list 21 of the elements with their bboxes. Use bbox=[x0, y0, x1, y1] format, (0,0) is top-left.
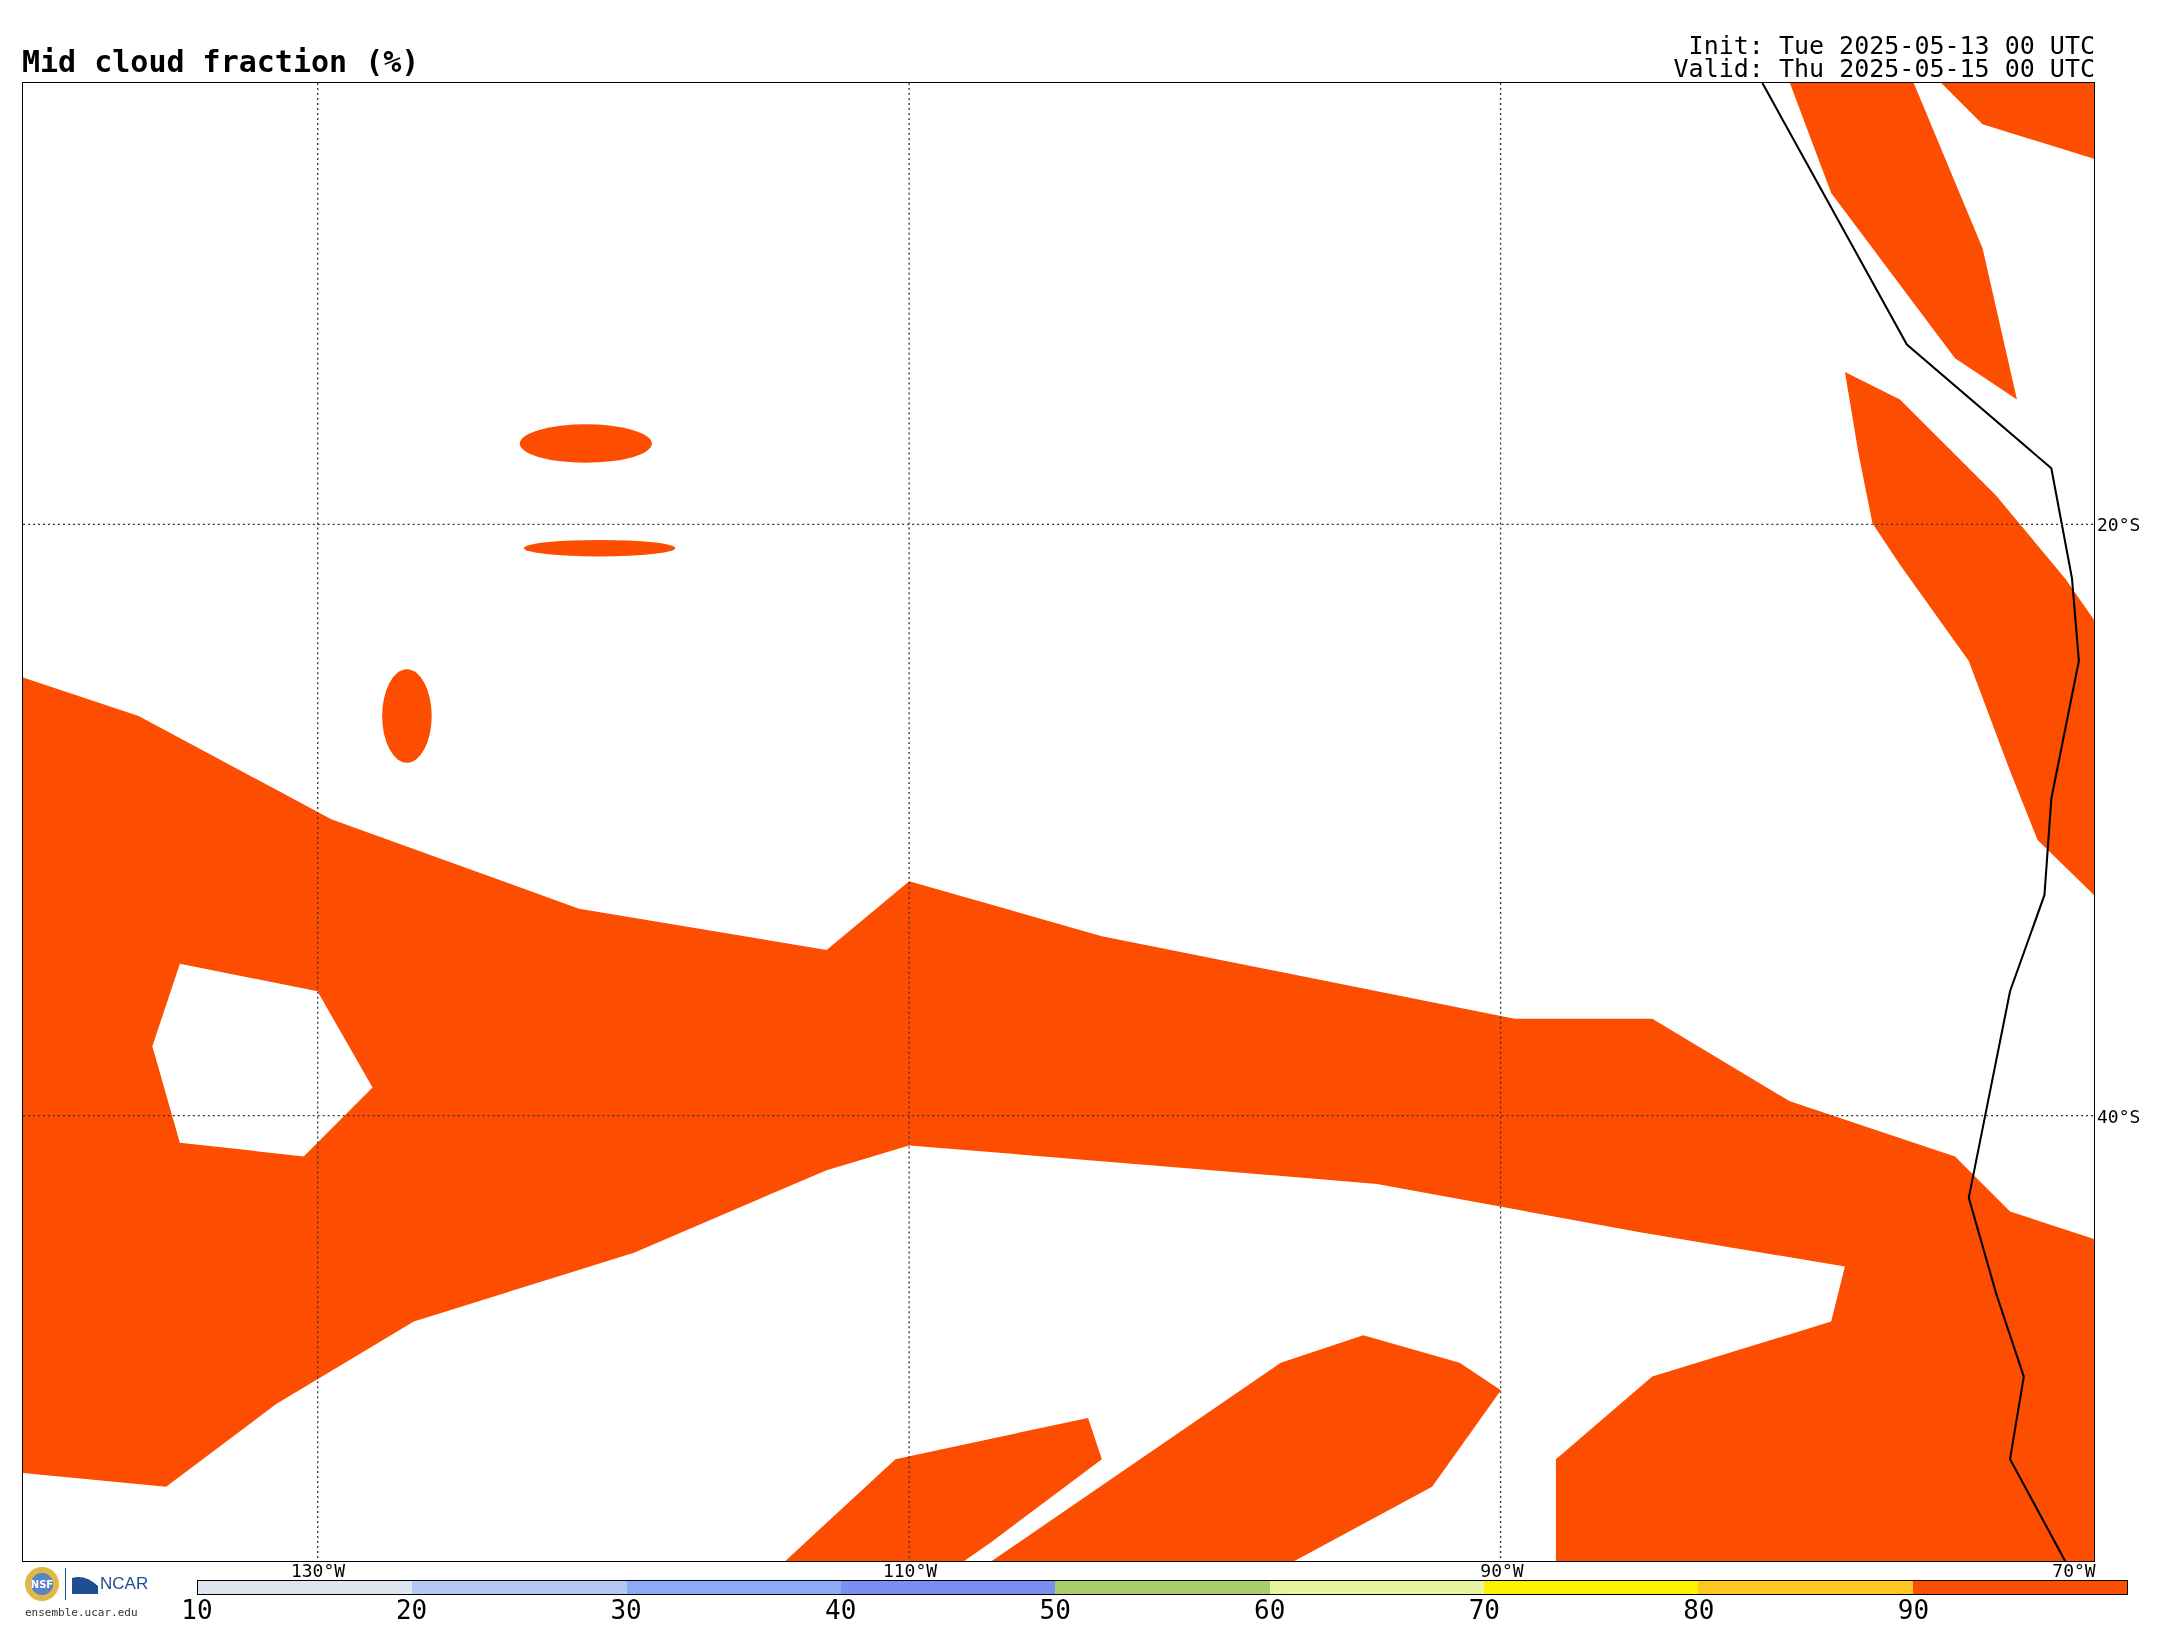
colorbar-tick-label: 20 bbox=[394, 1595, 429, 1625]
ncar-logo-icon bbox=[72, 1574, 98, 1594]
colorbar-tick-label: 30 bbox=[609, 1595, 643, 1625]
longitude-label: 70°W bbox=[2051, 1561, 2097, 1581]
colorbar-tick-label: 10 bbox=[180, 1595, 214, 1625]
nsf-seal-icon: NSF bbox=[25, 1567, 59, 1601]
init-time: Init: Tue 2025-05-13 00 UTC bbox=[1688, 34, 2095, 57]
ncar-label: NCAR bbox=[100, 1574, 149, 1594]
latitude-label: 40°S bbox=[2097, 1106, 2141, 1128]
longitude-label: 110°W bbox=[881, 1561, 939, 1581]
longitude-label: 90°W bbox=[1479, 1561, 1525, 1581]
valid-time: Valid: Thu 2025-05-15 00 UTC bbox=[1673, 57, 2095, 80]
longitude-label: 130°W bbox=[289, 1561, 347, 1581]
colorbar-tick-label: 80 bbox=[1682, 1595, 1716, 1625]
colorbar-tick-label: 40 bbox=[824, 1595, 858, 1625]
colorbar-tick-label: 70 bbox=[1467, 1595, 1501, 1625]
colorbar-tick-label: 90 bbox=[1896, 1595, 1931, 1625]
colorbar-tick-label: 50 bbox=[1038, 1595, 1072, 1625]
latitude-label: 20°S bbox=[2097, 514, 2141, 536]
chart-title: Mid cloud fraction (%) bbox=[22, 47, 420, 77]
colorbar-tick-label: 60 bbox=[1253, 1595, 1287, 1625]
